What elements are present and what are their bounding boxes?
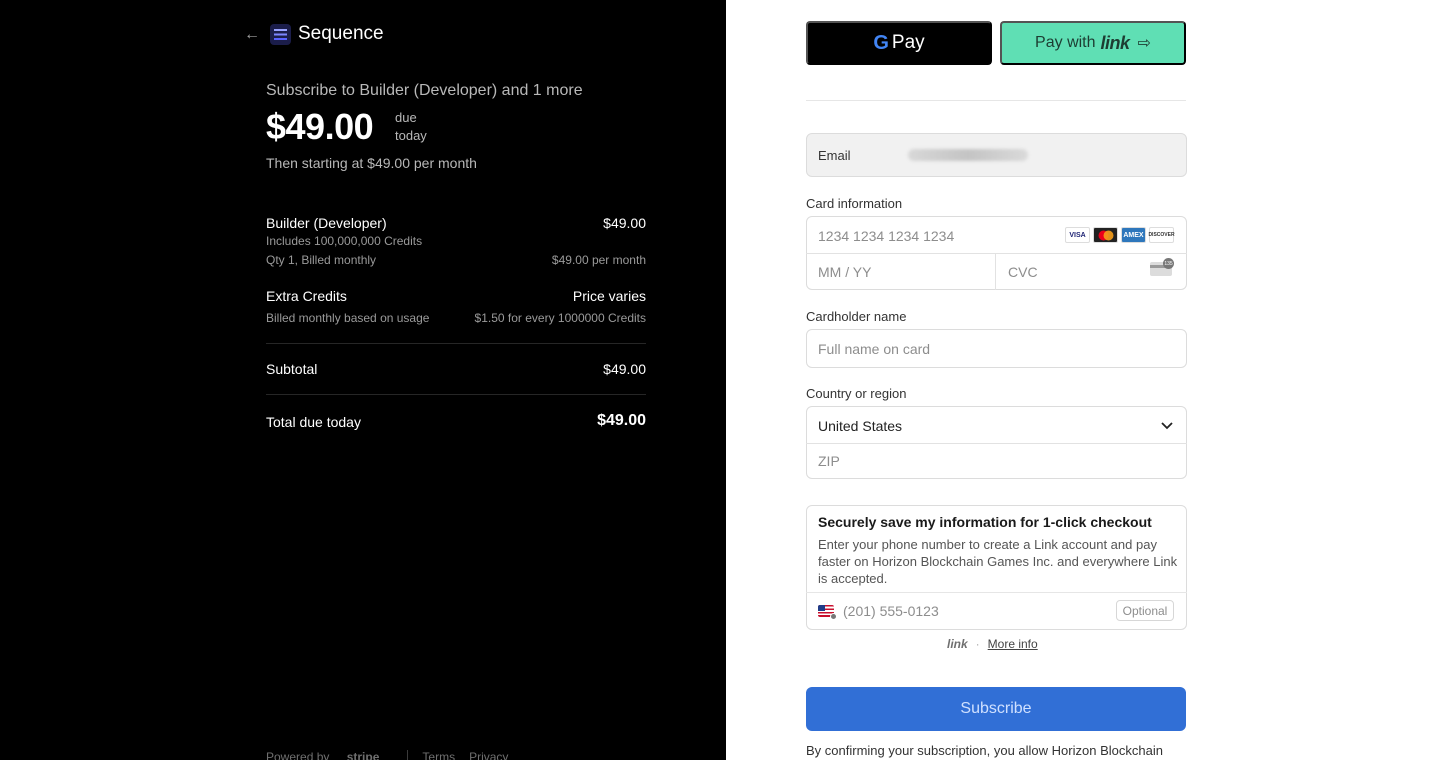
cvc-input[interactable]: CVC <box>1008 264 1038 280</box>
save-info-title: Securely save my information for 1-click… <box>818 514 1152 530</box>
zip-input[interactable]: ZIP <box>818 453 840 469</box>
discover-icon: DISCOVER <box>1148 227 1175 243</box>
arrow-right-icon: ⇨ <box>1137 35 1151 52</box>
order-summary-panel: ← Sequence Subscribe to Builder (Develop… <box>0 0 726 760</box>
line-item-qty: Qty 1, Billed monthly <box>266 253 377 267</box>
country-select[interactable]: United States <box>818 418 902 434</box>
email-value-redacted <box>908 149 1028 161</box>
price-due-today: $49.00 <box>266 106 374 147</box>
subtotal-value: $49.00 <box>603 361 646 377</box>
due-label: due <box>395 110 417 125</box>
optional-badge: Optional <box>1116 600 1174 621</box>
line-item-detail: Includes 100,000,000 Credits <box>266 234 423 248</box>
subscribe-title: Subscribe to Builder (Developer) and 1 m… <box>266 82 583 99</box>
divider <box>806 592 1187 593</box>
card-number-input[interactable]: 1234 1234 1234 1234 <box>818 228 954 244</box>
country-label: Country or region <box>806 386 907 401</box>
expiry-input[interactable]: MM / YY <box>818 264 871 280</box>
cardholder-placeholder: Full name on card <box>818 341 931 357</box>
total-value: $49.00 <box>597 412 646 429</box>
pay-with-label: Pay with <box>1035 34 1096 51</box>
subscribe-button[interactable]: Subscribe <box>806 687 1186 731</box>
stripe-footer: Powered by stripe Terms Privacy <box>266 750 522 760</box>
pay-with-link-button[interactable]: Pay with link ⇨ <box>1000 21 1186 65</box>
visa-icon: VISA <box>1065 227 1090 243</box>
line-item-rate: $1.50 for every 1000000 Credits <box>474 311 646 325</box>
phone-input[interactable]: (201) 555-0123 <box>843 603 939 619</box>
chevron-down-icon[interactable] <box>1160 418 1174 432</box>
line-item-price: $49.00 <box>603 215 646 231</box>
powered-by-text: Powered by stripe <box>266 750 393 760</box>
gpay-label: Pay <box>891 32 925 53</box>
save-info-description: Enter your phone number to create a Link… <box>818 537 1178 586</box>
divider <box>806 253 1187 254</box>
line-item-name: Builder (Developer) <box>266 215 387 231</box>
divider <box>266 343 646 344</box>
cvc-card-icon: 135 <box>1150 258 1174 276</box>
today-label: today <box>395 128 427 143</box>
sequence-logo-icon <box>270 24 291 45</box>
stripe-logo: stripe <box>346 750 380 760</box>
footer-separator <box>407 750 409 760</box>
divider <box>266 394 646 395</box>
amex-icon: AMEX <box>1121 227 1146 243</box>
google-pay-button[interactable]: G Pay <box>806 21 992 65</box>
total-label: Total due today <box>266 414 361 430</box>
more-info-link[interactable]: More info <box>988 637 1038 651</box>
line-item-name: Extra Credits <box>266 288 347 304</box>
link-footer: link · More info <box>947 637 1038 651</box>
mastercard-icon <box>1093 227 1118 243</box>
divider <box>995 253 996 290</box>
email-label: Email <box>818 148 851 163</box>
line-item-price: Price varies <box>572 288 646 304</box>
divider <box>806 443 1187 444</box>
card-info-label: Card information <box>806 196 903 211</box>
subtotal-label: Subtotal <box>266 361 318 377</box>
line-item-detail: Billed monthly based on usage <box>266 311 430 325</box>
back-arrow-icon[interactable]: ← <box>244 27 260 43</box>
privacy-link[interactable]: Privacy <box>469 750 508 760</box>
terms-link[interactable]: Terms <box>422 750 455 760</box>
divider <box>806 100 1186 101</box>
google-g-icon: G <box>873 31 889 54</box>
line-item-per-month: $49.00 per month <box>551 253 646 267</box>
flag-dropdown-icon <box>830 613 837 620</box>
link-logo: link <box>1100 32 1131 53</box>
link-logo: link <box>947 637 968 651</box>
then-starting-text: Then starting at $49.00 per month <box>266 155 477 171</box>
brand-name[interactable]: Sequence <box>298 23 384 45</box>
cardholder-label: Cardholder name <box>806 309 907 324</box>
confirm-text: By confirming your subscription, you all… <box>806 743 1163 758</box>
